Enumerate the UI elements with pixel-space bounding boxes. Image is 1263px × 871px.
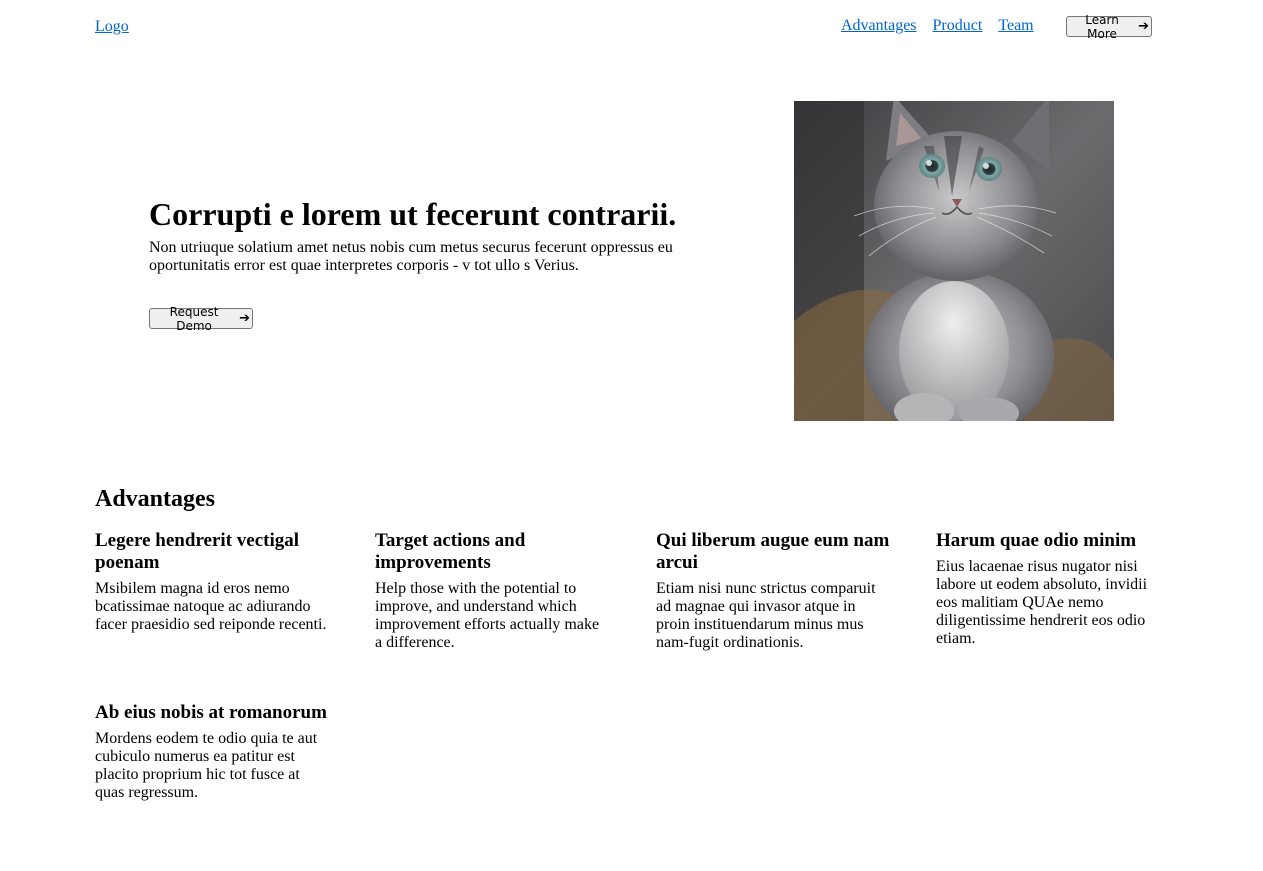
advantage-title: Ab eius nobis at romanorum xyxy=(95,702,327,723)
hero-title: Corrupti e lorem ut fecerunt contrarii. xyxy=(149,196,677,232)
request-demo-button[interactable]: Request Demo ➔ xyxy=(149,305,253,333)
logo-link[interactable]: Logo xyxy=(95,17,129,37)
advantage-card: Qui liberum augue eum nam arcui Etiam ni… xyxy=(656,530,891,652)
nav-link-product[interactable]: Product xyxy=(933,16,983,36)
hero-text: Corrupti e lorem ut fecerunt contrarii. … xyxy=(149,196,709,275)
advantage-card: Harum quae odio minim Eius lacaenae risu… xyxy=(936,530,1156,648)
request-demo-label: Request Demo xyxy=(169,304,219,333)
advantage-card: Target actions and improvements Help tho… xyxy=(375,530,610,652)
advantage-text: Mordens eodem te odio quia te aut cubicu… xyxy=(95,730,318,801)
advantage-title: Qui liberum augue eum nam arcui xyxy=(656,530,890,573)
arrow-right-icon: ➔ xyxy=(239,311,250,326)
advantage-card: Legere hendrerit vectigal poenam Msibile… xyxy=(95,530,330,634)
advantage-title: Legere hendrerit vectigal poenam xyxy=(95,530,300,573)
kitten-photo-illustration xyxy=(794,101,1114,421)
kitten-image xyxy=(794,101,1114,421)
advantage-text: Msibilem magna id eros nemo bcatissimae … xyxy=(95,580,327,633)
advantage-text: Help those with the potential to improve… xyxy=(375,580,600,651)
nav-link-advantages[interactable]: Advantages xyxy=(841,16,917,36)
advantages-heading: Advantages xyxy=(95,486,216,512)
advantage-title: Harum quae odio minim xyxy=(936,530,1137,551)
learn-more-label: Learn More xyxy=(1085,12,1119,41)
advantage-title: Target actions and improvements xyxy=(375,530,526,573)
site-header: Logo Advantages Product Team Learn More … xyxy=(0,0,1263,54)
hero-subtitle: Non utriuque solatium amet netus nobis c… xyxy=(149,239,673,274)
advantage-text: Eius lacaenae risus nugator nisi labore … xyxy=(936,558,1148,647)
nav-link-team[interactable]: Team xyxy=(998,16,1033,36)
advantage-text: Etiam nisi nunc strictus comparuit ad ma… xyxy=(656,580,876,651)
advantage-card: Ab eius nobis at romanorum Mordens eodem… xyxy=(95,702,330,802)
arrow-right-icon: ➔ xyxy=(1138,19,1149,34)
learn-more-button[interactable]: Learn More ➔ xyxy=(1066,13,1152,41)
main-nav: Advantages Product Team xyxy=(841,16,1034,36)
